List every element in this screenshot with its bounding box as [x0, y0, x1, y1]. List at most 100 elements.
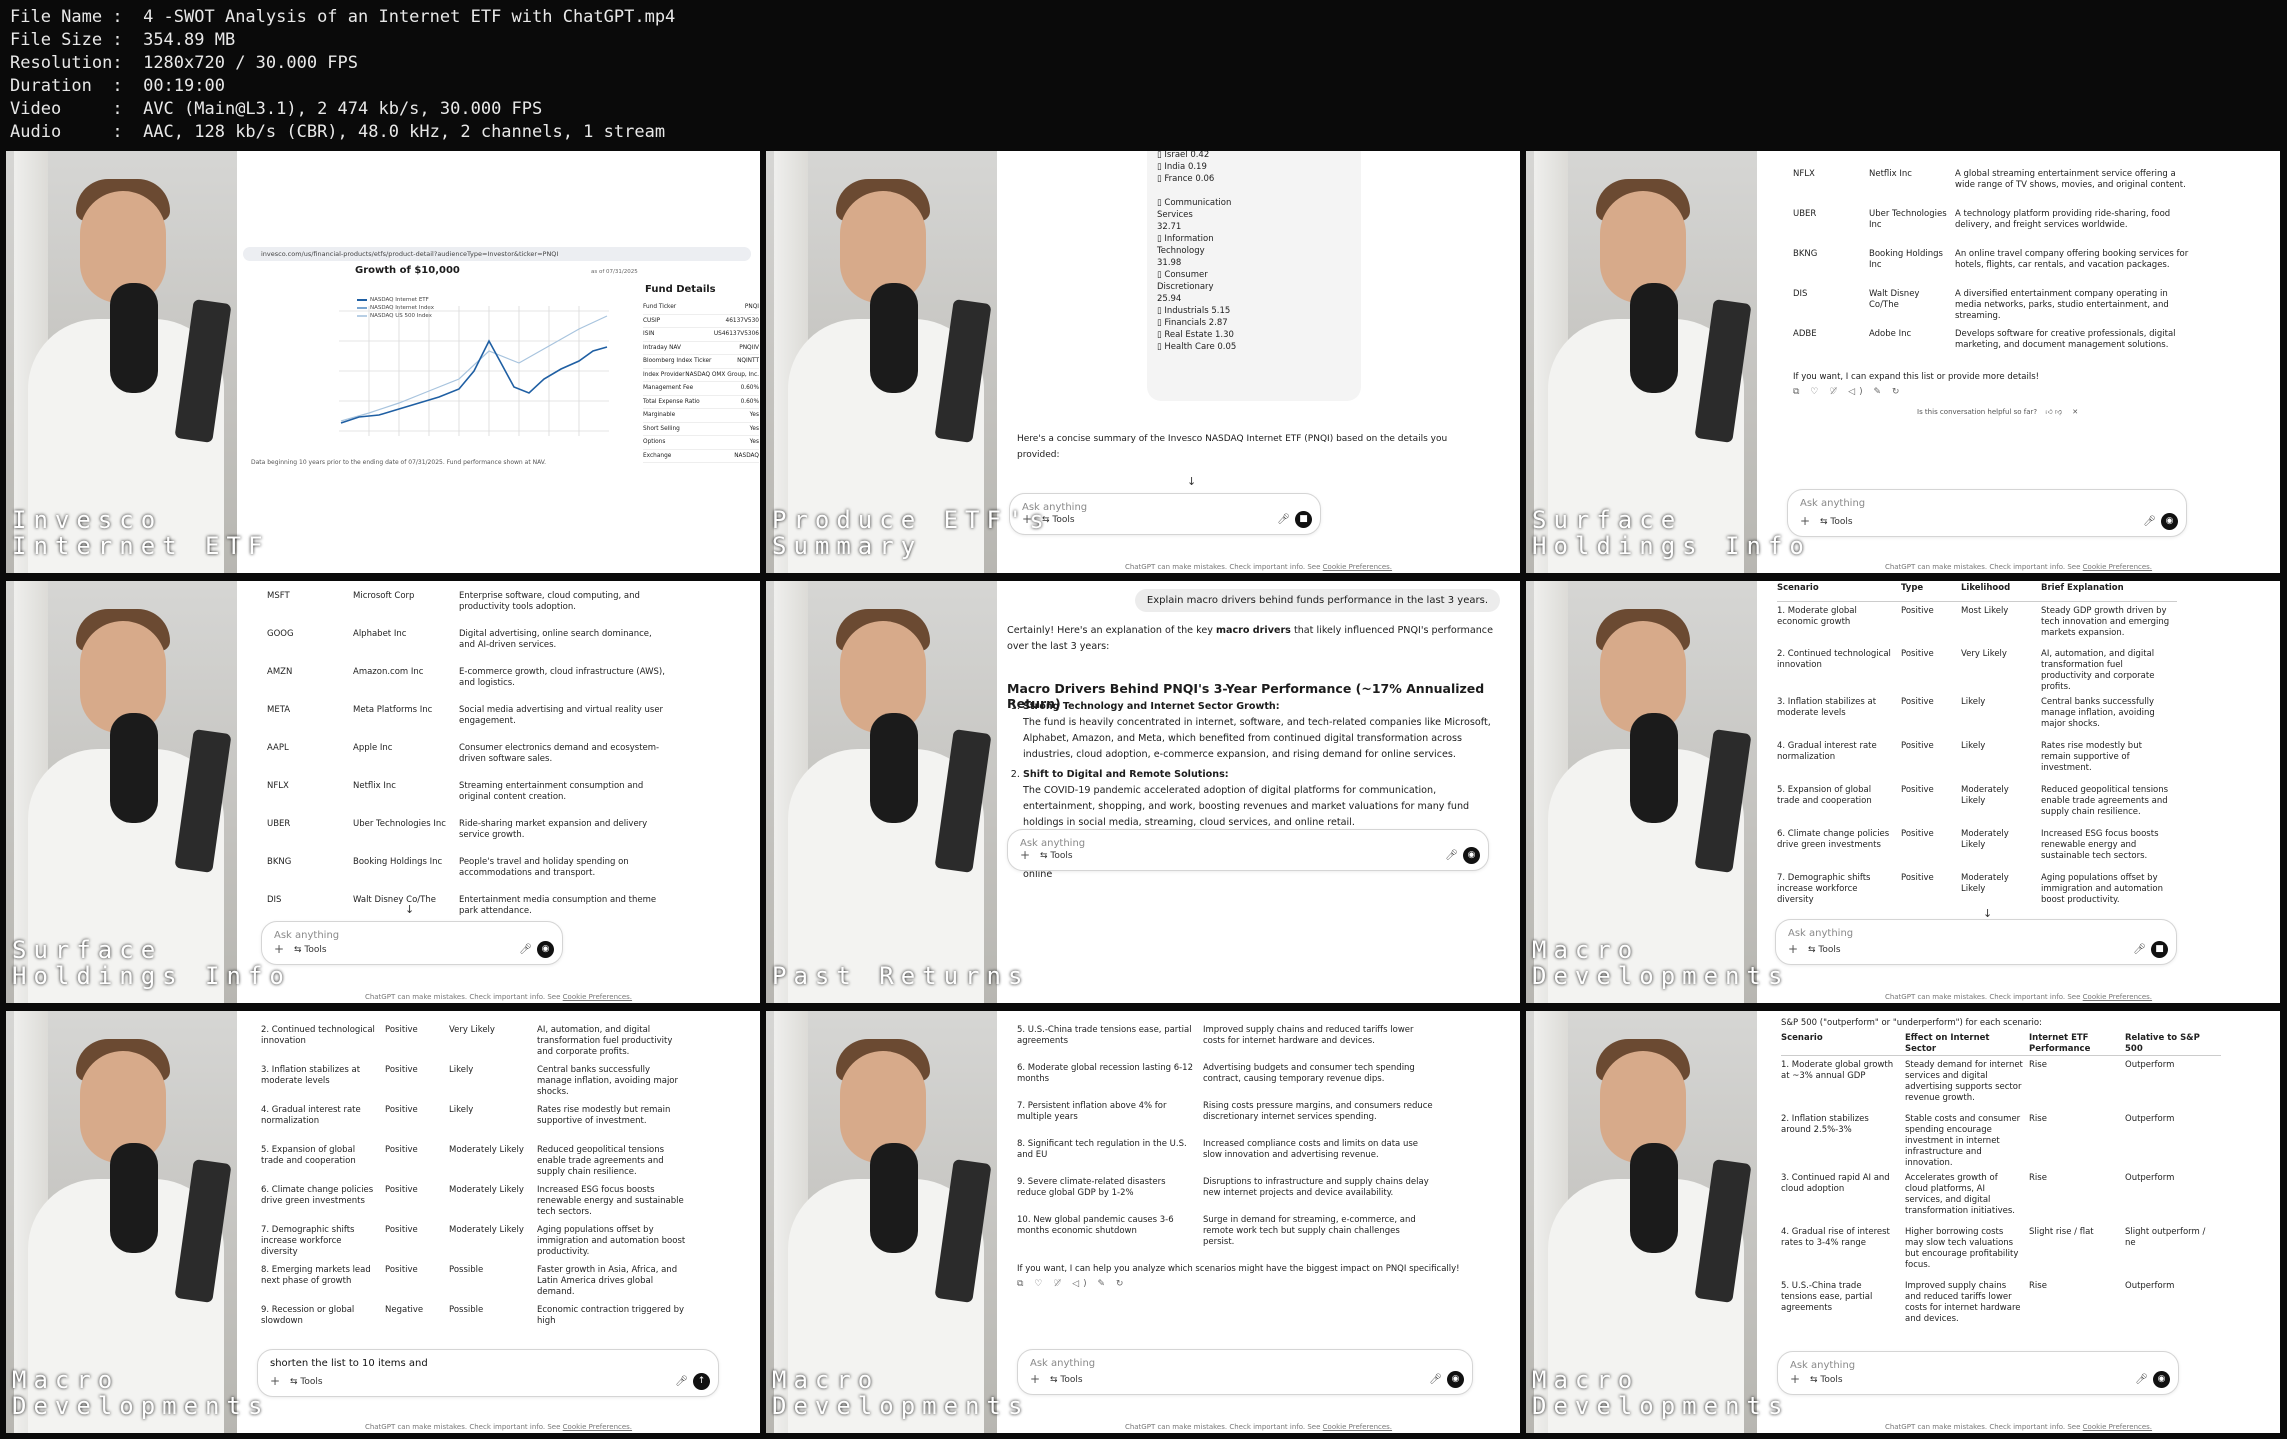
ticker-cell: NFLX — [267, 781, 353, 819]
fund-detail-value: 0.60% — [740, 385, 759, 391]
plus-icon[interactable]: + — [270, 1374, 280, 1388]
file-info-row: File Name : 4 -SWOT Analysis of an Inter… — [10, 7, 676, 27]
cell-text: 8. Emerging markets lead next phase of g… — [261, 1265, 371, 1286]
cell-text: 6. Moderate global recession lasting 6-1… — [1017, 1063, 1193, 1084]
table-row: 4. Gradual interest rate normalization Po… — [261, 1101, 693, 1141]
plus-icon[interactable]: + — [1790, 1372, 1800, 1386]
file-info-value: AVC (Main@L3.1), 2 474 kb/s, 30.000 FPS — [143, 99, 543, 119]
table-cell: Rising costs pressure margins, and consu… — [1203, 1097, 1439, 1135]
stop-button[interactable]: ■ — [1295, 511, 1312, 528]
table-row: 7. Demographic shifts increase workforce… — [261, 1221, 693, 1261]
microphone-icon[interactable]: 🎤︎ — [1277, 514, 1290, 525]
microphone-icon[interactable]: 🎤︎ — [675, 1376, 688, 1387]
thumbnail-6: Scenario Type Likelihood Brief Explanation 1… — [1526, 581, 2280, 1003]
allocation-text: 31.98 — [1157, 258, 1182, 268]
tools-button[interactable]: ⇆ Tools — [1040, 851, 1073, 861]
tools-button[interactable]: ⇆ Tools — [1808, 945, 1841, 955]
column-header: Likelihood — [1961, 583, 2041, 601]
microphone-icon[interactable]: 🎤︎ — [1429, 1374, 1442, 1385]
table-cell: Rise — [2029, 1110, 2125, 1169]
thumbs-down-icon[interactable]: 👎︎ — [2055, 408, 2062, 416]
cell-text: Central banks successfully manage inflat… — [537, 1065, 678, 1097]
table-cell: Outperform — [2125, 1056, 2221, 1110]
message-actions[interactable]: ⧉ ♡ ♡̸ ◁) ✎ ↻ — [1793, 387, 1903, 397]
microphone-icon[interactable]: 🎤︎ — [2133, 944, 2146, 955]
table-cell: Moderately Likely — [449, 1141, 537, 1181]
voice-mode-button[interactable]: ◉ — [1463, 847, 1480, 864]
table-cell: Central banks successfully manage inflat… — [537, 1061, 693, 1101]
voice-mode-button[interactable]: ◉ — [2153, 1371, 2170, 1388]
cell-text: E-commerce growth, cloud infrastructure … — [459, 667, 665, 688]
presenter-video — [766, 581, 997, 1003]
thumbnail-caption: Macro Developments — [1532, 1366, 1790, 1420]
stop-button[interactable]: ■ — [2151, 941, 2168, 958]
table-row: 5. Expansion of global trade and coopera… — [261, 1141, 693, 1181]
table-row: UBER Uber Technologies Inc A technology pl… — [1793, 209, 2201, 249]
cell-text: Positive — [385, 1185, 418, 1195]
chatgpt-conversation: Scenario Type Likelihood Brief Explanation 1… — [1757, 581, 2280, 1003]
scenario-table: 5. U.S.-China trade tensions ease, parti… — [1017, 1021, 1439, 1249]
voice-mode-button[interactable]: ◉ — [537, 941, 554, 958]
tools-button[interactable]: ⇆ Tools — [294, 945, 327, 955]
description-cell: A global streaming entertainment service… — [1955, 169, 2201, 209]
voice-mode-button[interactable]: ◉ — [2161, 513, 2178, 530]
cell-text: Meta Platforms Inc — [353, 705, 433, 715]
cell-text: Moderately Likely — [449, 1145, 524, 1155]
thumbnail-caption: Past Returns — [772, 962, 1030, 990]
chat-input[interactable]: Ask anything + ⇆ Tools 🎤︎ ◉ — [261, 921, 563, 965]
fund-detail-value: Yes — [749, 412, 759, 418]
cell-text: Rates rise modestly but remain supportiv… — [2041, 741, 2142, 773]
thumbs-up-icon[interactable]: 👍︎ — [2045, 408, 2052, 416]
chat-input[interactable]: Ask anything + ⇆ Tools 🎤︎ ◉ — [1787, 489, 2187, 537]
close-icon[interactable]: ✕ — [2072, 408, 2078, 416]
cell-text: Positive — [1901, 649, 1934, 659]
column-header: Scenario — [1777, 583, 1901, 601]
scroll-down-icon[interactable]: ↓ — [405, 903, 414, 916]
plus-icon[interactable]: + — [1020, 848, 1030, 862]
address-bar[interactable]: invesco.com/us/financial-products/etfs/p… — [243, 247, 751, 261]
table-cell: Moderately Likely — [449, 1221, 537, 1261]
chat-input[interactable]: Ask anything + ⇆ Tools 🎤︎ ■ — [1009, 493, 1321, 535]
scroll-down-icon[interactable]: ↓ — [1187, 475, 1196, 488]
chat-input[interactable]: shorten the list to 10 items and + ⇆ Too… — [257, 1349, 719, 1397]
microphone-icon[interactable]: 🎤︎ — [1445, 850, 1458, 861]
cell-text: Surge in demand for streaming, e-commerc… — [1203, 1215, 1416, 1247]
cell-text: Likely — [449, 1065, 474, 1075]
column-header: Type — [1901, 583, 1961, 601]
cell-text: 2. Continued technological innovation — [1777, 649, 1891, 670]
chat-input[interactable]: Ask anything + ⇆ Tools 🎤︎ ◉ — [1017, 1349, 1473, 1395]
tools-button[interactable]: ⇆ Tools — [290, 1377, 323, 1387]
chat-input[interactable]: Ask anything + ⇆ Tools 🎤︎ ◉ — [1777, 1351, 2179, 1395]
voice-mode-button[interactable]: ◉ — [1447, 1371, 1464, 1388]
table-cell: Moderately Likely — [1961, 825, 2041, 869]
tools-button[interactable]: ⇆ Tools — [1050, 1375, 1083, 1385]
microphone-icon[interactable]: 🎤︎ — [519, 944, 532, 955]
plus-icon[interactable]: + — [1030, 1372, 1040, 1386]
message-actions[interactable]: ⧉ ♡ ♡̸ ◁) ✎ ↻ — [1017, 1279, 1127, 1289]
cell-text: Higher borrowing costs may slow tech val… — [1905, 1226, 2019, 1270]
header-text: Effect on Internet Sector — [1905, 1033, 1990, 1054]
allocation-line: ▯ Health Care 0.05 — [1157, 342, 1237, 352]
driver-title: Strong Technology and Internet Sector Gr… — [1023, 701, 1280, 712]
tools-button[interactable]: ⇆ Tools — [1810, 1375, 1843, 1385]
cell-text: Positive — [385, 1025, 418, 1035]
cell-text: Outperform — [2125, 1113, 2175, 1124]
table-row: 6. Climate change policies drive green i… — [1777, 825, 2177, 869]
chat-input[interactable]: Ask anything + ⇆ Tools 🎤︎ ■ — [1775, 919, 2177, 965]
microphone-icon[interactable]: 🎤︎ — [2143, 516, 2156, 527]
table-cell: Reduced geopolitical tensions enable tra… — [2041, 781, 2177, 825]
chat-input[interactable]: Ask anything + ⇆ Tools 🎤︎ ◉ — [1007, 829, 1489, 871]
tools-button[interactable]: ⇆ Tools — [1820, 517, 1853, 527]
send-button[interactable]: ↑ — [693, 1373, 710, 1390]
cell-text: AI, automation, and digital transformati… — [2041, 649, 2155, 692]
cell-text: MSFT — [267, 591, 290, 601]
fund-detail-row: Marginable Yes — [643, 409, 759, 423]
microphone-icon[interactable]: 🎤︎ — [2135, 1374, 2148, 1385]
thumbnail-9: S&P 500 ("outperform" or "underperform")… — [1526, 1011, 2280, 1433]
file-info-value: 1280x720 / 30.000 FPS — [143, 53, 359, 73]
description-cell: E-commerce growth, cloud infrastructure … — [459, 667, 675, 705]
cell-text: Steady GDP growth driven by tech innovat… — [2041, 605, 2170, 638]
company-name-cell: Booking Holdings Inc — [1869, 249, 1955, 289]
plus-icon[interactable]: + — [1788, 942, 1798, 956]
cell-text: 6. Climate change policies drive green i… — [1777, 829, 1890, 850]
